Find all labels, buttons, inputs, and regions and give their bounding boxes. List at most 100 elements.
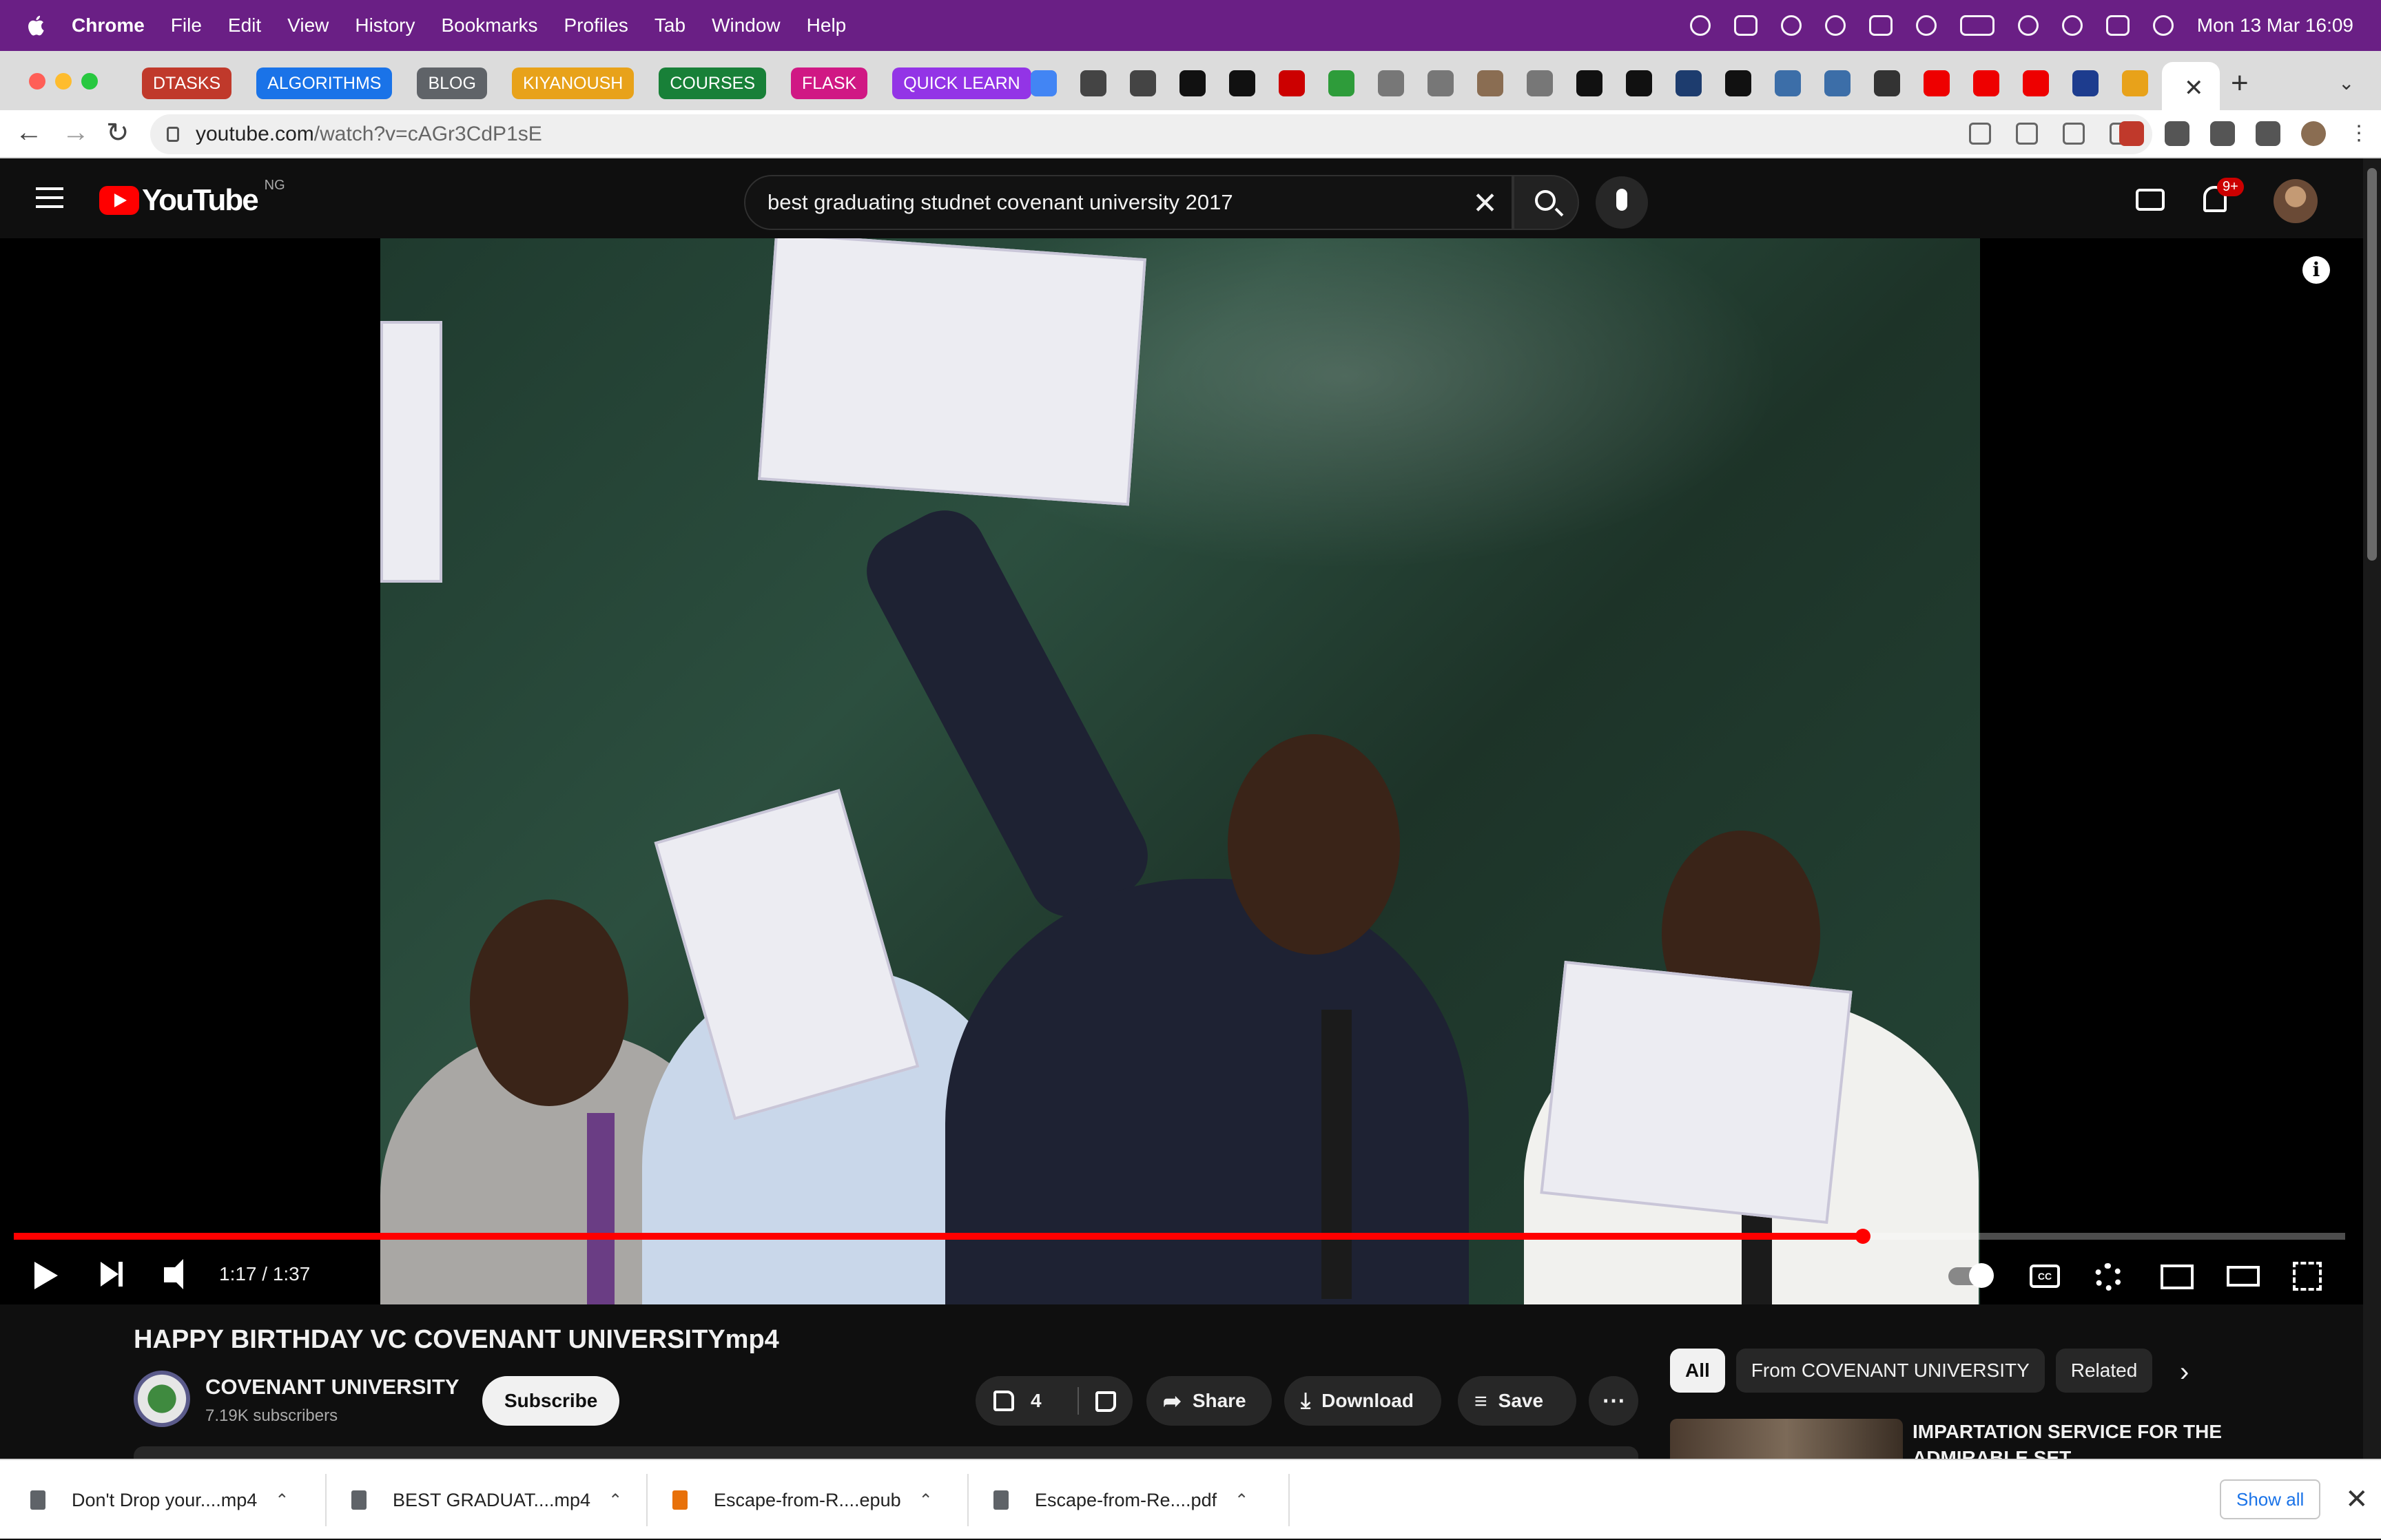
- media-controls-icon[interactable]: [2210, 121, 2235, 146]
- tab-favicon-icon[interactable]: [1775, 70, 1801, 96]
- chip-all[interactable]: All: [1670, 1349, 1725, 1393]
- thumbs-up-icon[interactable]: [993, 1391, 1014, 1411]
- autoplay-toggle[interactable]: [1948, 1263, 1994, 1288]
- page-scrollbar[interactable]: [2363, 158, 2381, 1459]
- play-icon[interactable]: [1824, 15, 1846, 36]
- battery-icon[interactable]: [1959, 15, 1995, 36]
- menubar-clock[interactable]: Mon 13 Mar 16:09: [2197, 14, 2353, 37]
- menu-help[interactable]: Help: [807, 14, 847, 37]
- thumbs-down-icon[interactable]: [1095, 1391, 1116, 1412]
- tab-favicon-icon[interactable]: [1378, 70, 1404, 96]
- screen-capture-icon[interactable]: [1733, 15, 1758, 36]
- menu-tab[interactable]: Tab: [654, 14, 686, 37]
- chevron-right-icon[interactable]: ›: [2180, 1357, 2189, 1388]
- chip-from-channel[interactable]: From COVENANT UNIVERSITY: [1735, 1349, 2045, 1393]
- tab-favicon-icon[interactable]: [1824, 70, 1851, 96]
- tab-favicon-icon[interactable]: [1973, 70, 1999, 96]
- window-zoom-button[interactable]: [81, 73, 98, 90]
- volume-icon[interactable]: [164, 1259, 183, 1289]
- tab-favicon-icon[interactable]: [2122, 70, 2148, 96]
- wifi-icon[interactable]: [2017, 15, 2039, 36]
- subtitles-icon[interactable]: CC: [2030, 1265, 2060, 1288]
- tab-group-dtasks[interactable]: DTASKS: [142, 67, 232, 99]
- display-icon[interactable]: [1868, 15, 1893, 36]
- url-text[interactable]: youtube.com/watch?v=cAGr3CdP1sE: [196, 123, 542, 146]
- tab-favicon-icon[interactable]: [1477, 70, 1503, 96]
- tab-group-flask[interactable]: FLASK: [791, 67, 868, 99]
- like-count[interactable]: 4: [1031, 1390, 1042, 1412]
- extensions-puzzle-icon[interactable]: [2165, 121, 2189, 146]
- share-page-icon[interactable]: [2063, 123, 2085, 145]
- search-input[interactable]: best graduating studnet covenant univers…: [744, 175, 1513, 230]
- apple-icon[interactable]: [26, 14, 45, 37]
- window-minimize-button[interactable]: [55, 73, 72, 90]
- video-player[interactable]: i 1:17 / 1:37 CC: [0, 238, 2363, 1304]
- scrubber-handle[interactable]: [1855, 1229, 1870, 1244]
- video-frame[interactable]: [380, 238, 1980, 1304]
- tab-favicon-icon[interactable]: [1725, 70, 1751, 96]
- menu-bookmarks[interactable]: Bookmarks: [441, 14, 537, 37]
- download-button[interactable]: ⤓ Download: [1284, 1376, 1441, 1426]
- subscribe-button[interactable]: Subscribe: [482, 1376, 620, 1426]
- clear-search-icon[interactable]: ✕: [1472, 186, 1498, 221]
- forward-arrow-icon[interactable]: →: [62, 117, 90, 148]
- create-video-icon[interactable]: [2136, 189, 2165, 211]
- description-box[interactable]: [134, 1446, 1638, 1460]
- download-item[interactable]: Escape-from-Re....pdf ⌃: [993, 1460, 1248, 1540]
- tab-favicon-icon[interactable]: [2072, 70, 2099, 96]
- theater-mode-icon[interactable]: [2227, 1266, 2260, 1287]
- scrollbar-thumb[interactable]: [2367, 168, 2377, 561]
- spotlight-icon[interactable]: [2061, 15, 2083, 36]
- lock-icon[interactable]: [167, 127, 179, 142]
- recommended-video-title[interactable]: IMPARTATION SERVICE FOR THE ADMIRABLE SE…: [1913, 1419, 2257, 1460]
- tab-favicon-icon[interactable]: [1279, 70, 1305, 96]
- tab-group-courses[interactable]: COURSES: [659, 67, 766, 99]
- tab-favicon-icon[interactable]: [1328, 70, 1354, 96]
- close-tab-icon[interactable]: ✕: [2184, 74, 2204, 102]
- tab-favicon-icon[interactable]: [1626, 70, 1652, 96]
- share-button[interactable]: ➦ Share: [1146, 1376, 1272, 1426]
- voice-search-icon[interactable]: [1596, 176, 1648, 229]
- guide-menu-icon[interactable]: [36, 187, 63, 208]
- chevron-up-icon[interactable]: ⌃: [919, 1490, 933, 1510]
- tab-favicon-icon[interactable]: [2023, 70, 2049, 96]
- back-arrow-icon[interactable]: ←: [15, 117, 43, 148]
- menu-history[interactable]: History: [355, 14, 415, 37]
- profile-avatar[interactable]: [2301, 121, 2326, 146]
- chevron-up-icon[interactable]: ⌃: [275, 1490, 289, 1510]
- menu-window[interactable]: Window: [712, 14, 781, 37]
- show-all-button[interactable]: Show all: [2220, 1479, 2321, 1519]
- tab-favicon-icon[interactable]: [1130, 70, 1156, 96]
- tab-group-algorithms[interactable]: ALGORITHMS: [256, 67, 393, 99]
- search-button[interactable]: [1513, 175, 1579, 230]
- menu-view[interactable]: View: [287, 14, 329, 37]
- chevron-up-icon[interactable]: ⌃: [1235, 1490, 1248, 1510]
- search-query[interactable]: best graduating studnet covenant univers…: [767, 190, 1233, 215]
- miniplayer-icon[interactable]: [2161, 1265, 2194, 1289]
- window-close-button[interactable]: [29, 73, 45, 90]
- fullscreen-icon[interactable]: [2293, 1262, 2322, 1291]
- tab-favicon-icon[interactable]: [1676, 70, 1702, 96]
- tab-favicon-icon[interactable]: [1179, 70, 1206, 96]
- menu-profiles[interactable]: Profiles: [564, 14, 628, 37]
- tab-favicon-icon[interactable]: [1576, 70, 1602, 96]
- install-icon[interactable]: [2016, 123, 2038, 145]
- google-lens-icon[interactable]: [1969, 123, 1991, 145]
- save-button[interactable]: ≡ Save: [1458, 1376, 1576, 1426]
- youtube-logo[interactable]: YouTube NG: [99, 178, 285, 218]
- moon-icon[interactable]: [1915, 15, 1937, 36]
- bluetooth-icon[interactable]: [1780, 15, 1802, 36]
- side-panel-icon[interactable]: [2256, 121, 2280, 146]
- tab-favicon-icon[interactable]: [1527, 70, 1553, 96]
- chevron-up-icon[interactable]: ⌃: [608, 1490, 622, 1510]
- menu-file[interactable]: File: [171, 14, 202, 37]
- tab-group-blog[interactable]: BLOG: [417, 67, 487, 99]
- extension-badge-icon[interactable]: [2119, 121, 2144, 146]
- recommended-video-thumbnail[interactable]: [1670, 1419, 1903, 1460]
- tab-favicon-icon[interactable]: [1427, 70, 1454, 96]
- download-item[interactable]: Escape-from-R....epub ⌃: [672, 1460, 933, 1540]
- menu-app-name[interactable]: Chrome: [72, 14, 145, 37]
- account-avatar[interactable]: [2274, 179, 2318, 223]
- play-button-icon[interactable]: [34, 1262, 58, 1289]
- new-tab-button[interactable]: +: [2231, 66, 2249, 101]
